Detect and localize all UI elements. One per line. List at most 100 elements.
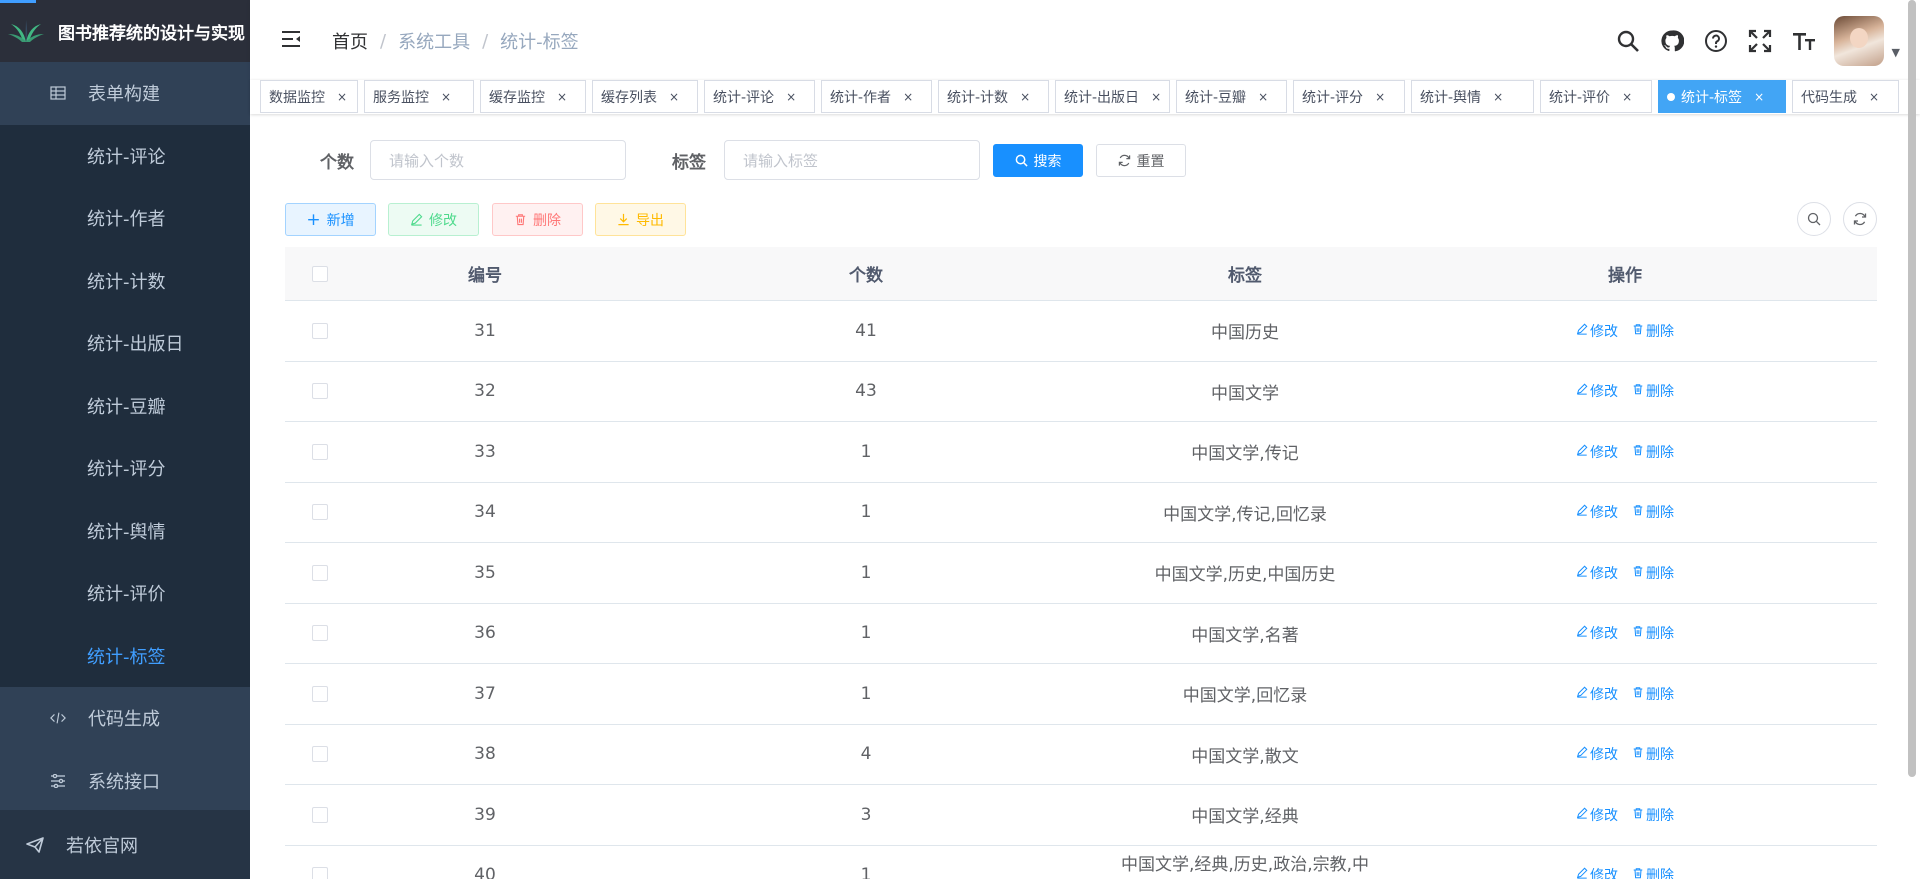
- sidebar-item-9[interactable]: 统计-标签: [0, 624, 250, 687]
- row-checkbox[interactable]: [312, 806, 328, 823]
- table-row[interactable]: 31 41 中国历史 修改 删除: [285, 301, 1877, 362]
- tag-7[interactable]: 统计-出版日 ×: [1055, 80, 1170, 113]
- hamburger-icon[interactable]: [281, 29, 301, 53]
- row-edit-button[interactable]: 修改: [1576, 684, 1618, 704]
- column-header-count[interactable]: 个数: [615, 261, 1117, 286]
- tag-9[interactable]: 统计-评分 ×: [1293, 80, 1405, 113]
- row-edit-button[interactable]: 修改: [1576, 805, 1618, 825]
- row-delete-button[interactable]: 删除: [1632, 442, 1674, 462]
- row-checkbox[interactable]: [312, 504, 328, 521]
- export-button[interactable]: 导出: [595, 203, 686, 236]
- tag-8[interactable]: 统计-豆瓣 ×: [1176, 80, 1287, 113]
- close-icon[interactable]: ×: [786, 90, 796, 104]
- row-edit-button[interactable]: 修改: [1576, 442, 1618, 462]
- add-button[interactable]: + 新增: [285, 203, 376, 236]
- row-checkbox[interactable]: [312, 443, 328, 460]
- caret-down-icon[interactable]: ▼: [1892, 46, 1900, 59]
- row-delete-button[interactable]: 删除: [1632, 744, 1674, 764]
- count-input[interactable]: 请输入个数: [370, 140, 626, 180]
- tag-1[interactable]: 服务监控 ×: [364, 80, 474, 113]
- row-checkbox[interactable]: [312, 383, 328, 400]
- row-delete-button[interactable]: 删除: [1632, 805, 1674, 825]
- tag-10[interactable]: 统计-舆情 ×: [1411, 80, 1534, 113]
- toggle-search-button[interactable]: [1797, 202, 1831, 236]
- row-delete-button[interactable]: 删除: [1632, 381, 1674, 401]
- close-icon[interactable]: ×: [1020, 90, 1030, 104]
- tag-5[interactable]: 统计-作者 ×: [821, 80, 932, 113]
- sidebar-item-11[interactable]: 系统接口: [0, 750, 250, 813]
- page-scrollbar[interactable]: [1908, 0, 1916, 777]
- refresh-button[interactable]: [1843, 202, 1877, 236]
- row-edit-button[interactable]: 修改: [1576, 744, 1618, 764]
- sidebar-item-6[interactable]: 统计-评分: [0, 437, 250, 500]
- table-row[interactable]: 36 1 中国文学,名著 修改 删除: [285, 603, 1877, 664]
- sidebar-item-ruoyi-site[interactable]: 若依官网: [0, 810, 250, 879]
- row-checkbox[interactable]: [312, 564, 328, 581]
- row-delete-button[interactable]: 删除: [1632, 563, 1674, 583]
- close-icon[interactable]: ×: [337, 90, 347, 104]
- row-edit-button[interactable]: 修改: [1576, 502, 1618, 522]
- row-edit-button[interactable]: 修改: [1576, 321, 1618, 341]
- edit-button[interactable]: 修改: [388, 203, 479, 236]
- row-delete-button[interactable]: 删除: [1632, 684, 1674, 704]
- close-icon[interactable]: ×: [557, 90, 567, 104]
- column-header-id[interactable]: 编号: [355, 261, 615, 286]
- sidebar-item-10[interactable]: 代码生成: [0, 687, 250, 750]
- column-header-tag[interactable]: 标签: [1117, 261, 1373, 286]
- row-checkbox[interactable]: [312, 625, 328, 642]
- logo[interactable]: 图书推荐统的设计与实现: [0, 0, 250, 62]
- row-delete-button[interactable]: 删除: [1632, 865, 1674, 879]
- close-icon[interactable]: ×: [903, 90, 913, 104]
- reset-button[interactable]: 重置: [1096, 144, 1186, 177]
- sidebar-item-1[interactable]: 统计-评论: [0, 124, 250, 187]
- font-size-icon[interactable]: [1782, 17, 1826, 65]
- close-icon[interactable]: ×: [669, 90, 679, 104]
- search-icon[interactable]: [1606, 17, 1650, 65]
- close-icon[interactable]: ×: [1151, 90, 1161, 104]
- sidebar-item-7[interactable]: 统计-舆情: [0, 499, 250, 562]
- row-delete-button[interactable]: 删除: [1632, 502, 1674, 522]
- row-checkbox[interactable]: [312, 322, 328, 339]
- search-button[interactable]: 搜索: [993, 144, 1083, 177]
- row-delete-button[interactable]: 删除: [1632, 623, 1674, 643]
- table-row[interactable]: 40 1 中国文学,经典,历史,政治,宗教,中国历史修改 删除: [285, 845, 1877, 879]
- row-delete-button[interactable]: 删除: [1632, 321, 1674, 341]
- close-icon[interactable]: ×: [441, 90, 451, 104]
- row-edit-button[interactable]: 修改: [1576, 865, 1618, 879]
- sidebar-item-2[interactable]: 统计-作者: [0, 187, 250, 250]
- table-row[interactable]: 37 1 中国文学,回忆录 修改 删除: [285, 664, 1877, 725]
- delete-button[interactable]: 删除: [492, 203, 583, 236]
- tag-11[interactable]: 统计-评价 ×: [1540, 80, 1652, 113]
- table-row[interactable]: 35 1 中国文学,历史,中国历史 修改 删除: [285, 543, 1877, 604]
- tag-2[interactable]: 缓存监控 ×: [480, 80, 586, 113]
- avatar[interactable]: [1833, 16, 1884, 66]
- row-edit-button[interactable]: 修改: [1576, 381, 1618, 401]
- close-icon[interactable]: ×: [1869, 90, 1879, 104]
- sidebar-item-3[interactable]: 统计-计数: [0, 249, 250, 312]
- sidebar-item-4[interactable]: 统计-出版日: [0, 312, 250, 375]
- sidebar-item-0[interactable]: 表单构建: [0, 62, 250, 125]
- table-row[interactable]: 32 43 中国文学 修改 删除: [285, 361, 1877, 422]
- breadcrumb-home[interactable]: 首页: [332, 28, 368, 54]
- close-icon[interactable]: ×: [1754, 90, 1764, 104]
- tag-4[interactable]: 统计-评论 ×: [704, 80, 815, 113]
- tag-13[interactable]: 代码生成 ×: [1792, 80, 1899, 113]
- tag-0[interactable]: 数据监控 ×: [260, 80, 358, 113]
- sidebar-item-5[interactable]: 统计-豆瓣: [0, 374, 250, 437]
- table-row[interactable]: 38 4 中国文学,散文 修改 删除: [285, 724, 1877, 785]
- row-edit-button[interactable]: 修改: [1576, 563, 1618, 583]
- github-icon[interactable]: [1650, 17, 1694, 65]
- tag-12[interactable]: 统计-标签 ×: [1658, 80, 1786, 113]
- tag-3[interactable]: 缓存列表 ×: [592, 80, 698, 113]
- sidebar-item-8[interactable]: 统计-评价: [0, 562, 250, 625]
- row-checkbox[interactable]: [312, 685, 328, 702]
- table-row[interactable]: 39 3 中国文学,经典 修改 删除: [285, 785, 1877, 846]
- row-checkbox[interactable]: [312, 867, 328, 879]
- row-checkbox[interactable]: [312, 746, 328, 763]
- question-icon[interactable]: [1694, 17, 1738, 65]
- fullscreen-icon[interactable]: [1738, 17, 1782, 65]
- table-row[interactable]: 34 1 中国文学,传记,回忆录 修改 删除: [285, 482, 1877, 543]
- tag-6[interactable]: 统计-计数 ×: [938, 80, 1049, 113]
- select-all-checkbox[interactable]: [312, 265, 328, 282]
- tag-input[interactable]: 请输入标签: [724, 140, 980, 180]
